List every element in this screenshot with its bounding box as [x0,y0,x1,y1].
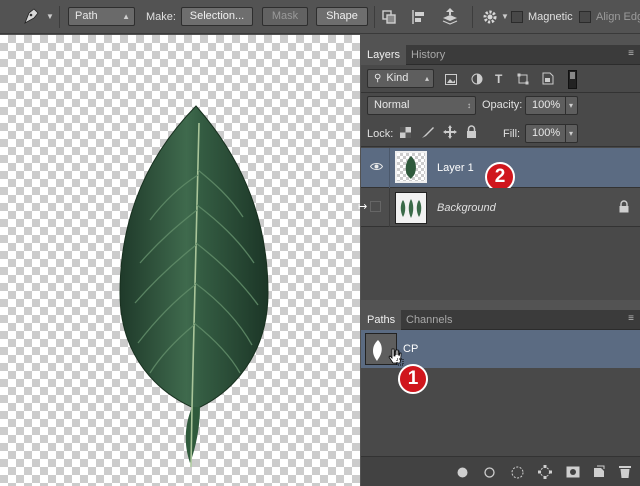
selection-button[interactable]: Selection... [181,7,253,26]
opacity-label: Opacity: [482,99,523,111]
layers-tab-row: Layers History ≡ [361,45,640,65]
new-path-icon[interactable] [593,465,605,481]
filter-toggle-icon[interactable] [568,70,577,89]
arrow-pointer-icon: ↦ [358,201,368,213]
fill-value: 100% [532,127,561,139]
filter-kind-select[interactable]: ⚲ Kind ▴ [367,69,434,88]
gear-icon[interactable] [481,8,499,29]
lock-position-move-icon[interactable] [443,125,457,142]
magnetic-label: Magnetic [528,11,573,23]
layer-row-layer-1[interactable]: Layer 1 2 [361,148,640,192]
panel-menu-icon[interactable]: ≡ [628,313,634,324]
layer-row-background[interactable]: ↦ Background [358,188,640,227]
path-arrangement-icon[interactable] [441,7,459,30]
blend-row: Normal ↕ Opacity: 100% ▾ [361,93,640,118]
trash-icon[interactable] [619,465,631,481]
align-edges-label: Align Edg [596,11,640,23]
search-icon: ⚲ [374,73,382,84]
lock-row: Lock: Fill: 100% ▾ [361,118,640,147]
tab-layers[interactable]: Layers [361,45,407,65]
mode-select[interactable]: Path ▲ [68,7,135,26]
type-filter-icon[interactable]: T [495,73,502,85]
layer-name[interactable]: Layer 1 [437,161,474,175]
gear-dropdown-icon[interactable]: ▼ [501,12,509,21]
mode-select-value: Path [75,10,98,22]
shape-filter-icon[interactable] [517,73,529,88]
lock-transparency-icon[interactable] [400,127,411,141]
path-name[interactable]: CP [403,342,418,356]
tab-paths[interactable]: Paths [361,310,402,330]
hand-cursor-icon [388,348,404,369]
opacity-field[interactable]: 100% ▾ [525,96,578,115]
filter-kind-value: Kind [386,72,409,84]
layers-panel: Layers History ≡ ⚲ Kind ▴ T Normal ↕ Opa… [358,45,640,300]
path-row-cp[interactable]: CP [361,330,640,368]
tool-preset-dropdown-icon[interactable]: ▼ [46,12,54,21]
paths-footer [361,456,640,486]
chevron-down-icon[interactable]: ▾ [564,97,573,114]
pen-tool-icon[interactable] [20,6,42,28]
lock-icon [619,200,629,216]
smart-object-filter-icon[interactable] [542,72,554,88]
document-canvas[interactable] [0,35,360,486]
adjustment-filter-icon[interactable] [471,73,483,88]
paths-tab-row: Paths Channels ≡ [361,310,640,330]
fill-path-icon[interactable] [457,467,468,481]
layer-1-thumbnail[interactable] [395,151,427,183]
magnetic-checkbox[interactable] [511,11,523,23]
background-thumbnail[interactable] [395,192,427,224]
stroke-path-icon[interactable] [484,467,495,481]
chevron-icon: ▴ [424,74,429,83]
shape-button[interactable]: Shape [316,7,368,26]
fill-label: Fill: [503,128,521,140]
make-work-path-icon[interactable] [538,465,552,482]
chevron-updown-icon: ↕ [467,101,471,110]
blend-mode-select[interactable]: Normal ↕ [367,96,476,115]
chevron-updown-icon: ▲ [122,12,130,21]
callout-badge-1: 1 [398,364,428,394]
mask-button[interactable]: Mask [262,7,308,26]
eye-visibility-icon[interactable] [369,162,384,174]
panel-menu-icon[interactable]: ≡ [628,48,634,59]
layer-name[interactable]: Background [437,201,496,215]
align-edges-checkbox[interactable] [579,11,591,23]
fill-field[interactable]: 100% ▾ [525,124,578,143]
paths-panel: Paths Channels ≡ CP 1 [361,310,640,486]
tab-channels[interactable]: Channels [400,310,458,330]
lock-all-icon[interactable] [466,125,477,142]
make-label: Make: [146,11,176,23]
pixel-filter-icon[interactable] [445,74,457,88]
blend-mode-value: Normal [374,99,410,111]
path-alignment-icon[interactable] [411,9,427,28]
filter-row: ⚲ Kind ▴ T [361,65,640,93]
visibility-toggle-empty[interactable] [370,201,381,212]
lock-label: Lock: [367,128,394,140]
chevron-down-icon[interactable]: ▾ [564,125,573,142]
tab-history[interactable]: History [405,45,451,65]
options-bar: ▼ Path ▲ Make: Selection... Mask Shape ▼… [0,0,640,34]
load-selection-icon[interactable] [511,466,524,482]
add-mask-icon[interactable] [566,466,580,481]
panel-divider [361,300,640,310]
leaf-image [119,105,269,468]
lock-image-brush-icon[interactable] [421,126,435,142]
opacity-value: 100% [532,99,561,111]
path-operations-icon[interactable] [381,9,397,28]
